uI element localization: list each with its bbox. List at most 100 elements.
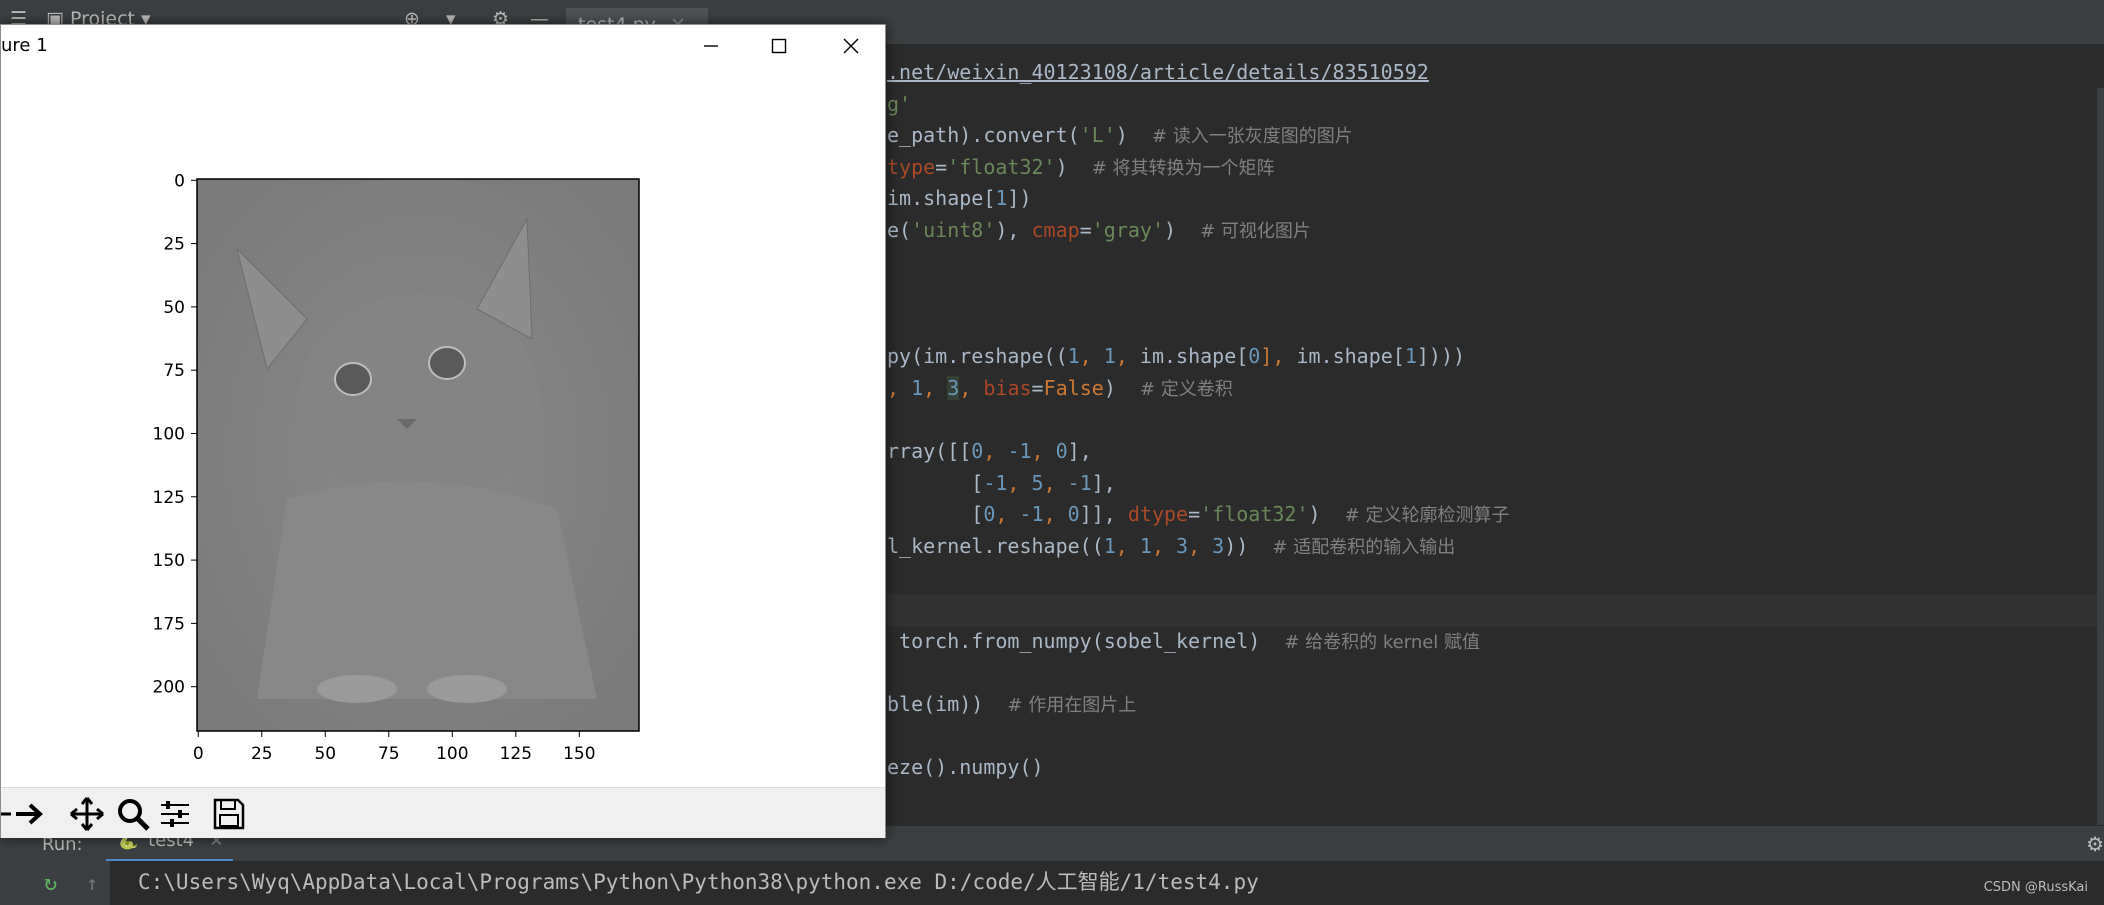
code-token: 1 xyxy=(1103,344,1116,369)
zoom-icon[interactable] xyxy=(113,794,153,834)
code-line: im.shape[1]) xyxy=(887,183,1032,213)
code-token: [ xyxy=(887,502,984,527)
code-token: , xyxy=(1188,534,1213,558)
rerun-icon[interactable]: ↻ xyxy=(44,871,57,896)
save-icon[interactable] xyxy=(209,794,249,834)
kitten-head-shape xyxy=(299,294,539,504)
code-token: = xyxy=(1031,376,1044,400)
x-tick-label: 0 xyxy=(193,744,204,764)
vertical-scrollbar[interactable] xyxy=(2097,88,2104,828)
code-token: # 将其转换为一个矩阵 xyxy=(1091,157,1275,179)
y-tick-label: 25 xyxy=(163,235,185,255)
code-token: , xyxy=(1031,439,1056,464)
code-token: im.shape[ xyxy=(1139,344,1249,369)
code-line: , 1, 3, bias=False) # 定义卷积 xyxy=(887,373,1233,403)
settings-gear-icon[interactable]: ⚙ xyxy=(2086,832,2104,856)
code-token: 0 xyxy=(1055,439,1068,464)
code-line: g' xyxy=(887,89,911,119)
image-plot: 0 25 50 75 100 125 150 0 25 50 75 100 125 150 175 200 xyxy=(153,171,640,764)
code-line: eze().numpy() xyxy=(887,752,1044,782)
code-token: -1 xyxy=(1067,470,1092,495)
code-token: .net/weixin_40123108/article/details/835… xyxy=(887,60,1429,84)
code-line: rray([[0, -1, 0], xyxy=(887,436,1092,466)
code-token: im.shape[ xyxy=(1296,344,1405,369)
code-token: 'float32' xyxy=(947,154,1056,179)
code-token: [ xyxy=(887,470,984,495)
code-token: im.shape[ xyxy=(887,186,996,211)
maximize-icon xyxy=(771,38,787,54)
code-token: , xyxy=(1043,470,1068,495)
code-token: ], xyxy=(1067,439,1092,464)
code-token: 3 xyxy=(1176,534,1189,558)
code-token: , xyxy=(1007,470,1032,495)
code-token: False xyxy=(1043,376,1104,400)
y-tick-label: 150 xyxy=(153,551,185,571)
code-token: rray([[ xyxy=(887,439,972,464)
code-token: 0 xyxy=(1067,502,1080,527)
code-token: , xyxy=(1115,534,1140,558)
figure-toolbar xyxy=(1,787,885,838)
kitten-right-eye xyxy=(428,346,466,380)
code-token: 1 xyxy=(911,376,924,400)
code-line: e('uint8'), cmap='gray') # 可视化图片 xyxy=(887,215,1311,245)
configure-subplots-icon[interactable] xyxy=(155,794,195,834)
code-token: # 定义卷积 xyxy=(1139,379,1233,400)
code-token: 'float32' xyxy=(1200,502,1309,527)
code-token: 0 xyxy=(971,439,984,464)
code-token: ]))) xyxy=(1416,344,1466,369)
code-token: -1 xyxy=(1019,502,1044,527)
close-button[interactable] xyxy=(821,25,881,67)
code-token: 0 xyxy=(983,502,996,527)
code-token: eze().numpy() xyxy=(887,755,1044,780)
code-token: 1 xyxy=(1404,344,1417,369)
code-token: -1 xyxy=(983,470,1008,495)
code-token: 1 xyxy=(1067,344,1080,369)
code-token: , xyxy=(1043,502,1068,527)
code-token: )) xyxy=(1224,534,1273,558)
code-token: = xyxy=(1188,502,1201,527)
code-token: = xyxy=(1079,218,1092,242)
matplotlib-figure-window[interactable]: ure 1 0 25 50 75 100 125 150 0 25 50 75 100 125 150 17… xyxy=(0,24,886,838)
code-line: py(im.reshape((1, 1, im.shape[0], im.sha… xyxy=(887,341,1465,371)
code-token: ], xyxy=(1260,344,1297,369)
kitten-body-shape xyxy=(257,481,597,699)
watermark: CSDN @RussKai xyxy=(1983,880,2088,895)
code-token: ) xyxy=(1103,376,1140,400)
code-token: 3 xyxy=(947,376,960,400)
close-icon xyxy=(843,38,859,54)
maximize-button[interactable] xyxy=(749,25,809,67)
pan-icon[interactable] xyxy=(67,794,107,834)
minimize-button[interactable] xyxy=(681,25,741,67)
code-token: # 可视化图片 xyxy=(1200,221,1311,242)
code-token: 1 xyxy=(995,186,1008,211)
kitten-left-paw xyxy=(317,675,397,703)
forward-arrow-icon[interactable] xyxy=(11,794,51,834)
figure-canvas[interactable]: 0 25 50 75 100 125 150 0 25 50 75 100 125 150 175 200 xyxy=(1,69,885,811)
y-tick-label: 125 xyxy=(153,488,185,508)
code-line: [-1, 5, -1], xyxy=(887,468,1116,498)
x-tick-label: 25 xyxy=(251,744,273,764)
code-line: torch.from_numpy(sobel_kernel) # 给卷积的 ke… xyxy=(887,626,1480,656)
code-token: type xyxy=(887,154,936,179)
run-toolbar: ↻ ↑ xyxy=(0,861,110,905)
code-line: .net/weixin_40123108/article/details/835… xyxy=(887,57,1429,87)
kitten-right-paw xyxy=(427,675,507,703)
code-token: ], xyxy=(1091,470,1116,495)
code-token: , xyxy=(887,376,912,400)
x-tick-label: 100 xyxy=(436,744,468,764)
code-line: [0, -1, 0]], dtype='float32') # 定义轮廓检测算子 xyxy=(887,499,1509,529)
code-token: ble(im)) xyxy=(887,692,1008,716)
code-token: # 定义轮廓检测算子 xyxy=(1344,505,1510,527)
code-token: , xyxy=(959,376,984,400)
kitten-left-eye xyxy=(334,362,372,396)
code-token: # 作用在图片上 xyxy=(1007,695,1137,716)
code-token: ) xyxy=(1308,502,1345,527)
code-token: , xyxy=(1079,344,1104,369)
code-token: ]) xyxy=(1007,186,1032,211)
y-tick-label: 200 xyxy=(153,678,185,698)
up-arrow-icon[interactable]: ↑ xyxy=(86,871,98,895)
code-line: ble(im)) # 作用在图片上 xyxy=(887,689,1136,719)
code-token: ) xyxy=(1055,154,1092,179)
y-tick-label: 175 xyxy=(153,614,185,634)
code-token: , xyxy=(1115,344,1140,369)
